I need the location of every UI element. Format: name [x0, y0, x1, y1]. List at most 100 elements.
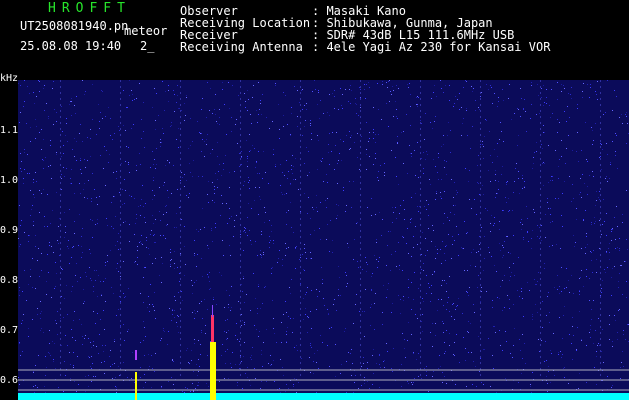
noise-speck [158, 115, 159, 116]
grid-dot [360, 164, 361, 166]
noise-speck [179, 273, 180, 274]
noise-speck [123, 362, 124, 363]
noise-speck [550, 180, 551, 181]
grid-dot [180, 356, 181, 358]
grid-dot [120, 98, 121, 100]
noise-speck [414, 272, 415, 273]
spectrogram-plot [18, 80, 629, 400]
noise-speck [206, 139, 207, 140]
grid-dot [540, 104, 541, 106]
noise-speck [260, 199, 261, 200]
grid-dot [180, 200, 181, 202]
noise-speck [280, 185, 281, 186]
noise-speck [386, 103, 387, 104]
noise-speck [444, 342, 445, 343]
grid-dot [240, 236, 241, 238]
noise-speck [226, 134, 227, 135]
grid-dot [180, 266, 181, 268]
noise-speck [538, 272, 539, 273]
noise-speck [366, 271, 367, 272]
noise-speck [378, 180, 379, 181]
grid-dot [300, 128, 301, 130]
noise-speck [548, 208, 549, 209]
noise-speck [43, 168, 44, 169]
grid-dot [420, 248, 421, 250]
noise-speck [19, 246, 20, 247]
grid-dot [120, 92, 121, 94]
noise-speck [557, 82, 558, 83]
noise-speck [258, 114, 259, 115]
noise-speck [371, 276, 372, 277]
noise-speck [299, 102, 300, 103]
noise-speck [548, 292, 549, 293]
noise-speck [475, 366, 476, 367]
noise-speck [110, 350, 111, 351]
noise-speck [123, 261, 124, 262]
noise-speck [338, 266, 339, 267]
grid-dot [600, 332, 601, 334]
noise-speck [598, 343, 599, 344]
noise-speck [151, 355, 152, 356]
grid-dot [300, 116, 301, 118]
grid-dot [60, 80, 61, 82]
grid-dot [480, 80, 481, 82]
noise-speck [557, 275, 558, 276]
noise-speck [546, 89, 547, 90]
grid-dot [60, 302, 61, 304]
grid-dot [120, 362, 121, 364]
noise-speck [125, 190, 126, 191]
noise-speck [377, 83, 378, 84]
noise-speck [166, 212, 167, 213]
noise-speck [282, 259, 283, 260]
noise-speck [37, 260, 38, 261]
noise-speck [258, 284, 259, 285]
noise-speck [396, 266, 397, 267]
noise-speck [591, 252, 592, 253]
noise-speck [408, 322, 409, 323]
noise-speck [291, 227, 292, 228]
noise-speck [590, 84, 591, 85]
noise-speck [49, 242, 50, 243]
noise-speck [148, 354, 149, 355]
noise-speck [402, 236, 403, 237]
grid-dot [240, 242, 241, 244]
noise-speck [243, 250, 244, 251]
noise-speck [591, 260, 592, 261]
noise-speck [626, 239, 627, 240]
grid-dot [480, 176, 481, 178]
noise-speck [255, 378, 256, 379]
noise-speck [585, 122, 586, 123]
noise-speck [411, 256, 412, 257]
noise-speck [320, 239, 321, 240]
noise-speck [483, 270, 484, 271]
noise-speck [154, 371, 155, 372]
noise-speck [467, 331, 468, 332]
grid-dot [180, 206, 181, 208]
noise-speck [269, 220, 270, 221]
grid-dot [300, 302, 301, 304]
noise-speck [249, 134, 250, 135]
noise-speck [329, 94, 330, 95]
noise-speck [90, 366, 91, 367]
noise-speck [245, 101, 246, 102]
noise-speck [134, 198, 135, 199]
noise-speck [48, 118, 49, 119]
noise-speck [226, 203, 227, 204]
noise-speck [580, 277, 581, 278]
noise-speck [431, 98, 432, 99]
noise-speck [70, 364, 71, 365]
noise-speck [367, 207, 368, 208]
grid-dot [600, 218, 601, 220]
grid-dot [300, 218, 301, 220]
noise-speck [571, 275, 572, 276]
noise-speck [626, 190, 627, 191]
noise-speck [264, 207, 265, 208]
noise-speck [174, 310, 175, 311]
grid-dot [60, 260, 61, 262]
noise-speck [354, 382, 355, 383]
noise-speck [132, 100, 133, 101]
noise-speck [451, 258, 452, 259]
noise-speck [578, 388, 579, 389]
noise-speck [494, 217, 495, 218]
noise-speck [69, 263, 70, 264]
